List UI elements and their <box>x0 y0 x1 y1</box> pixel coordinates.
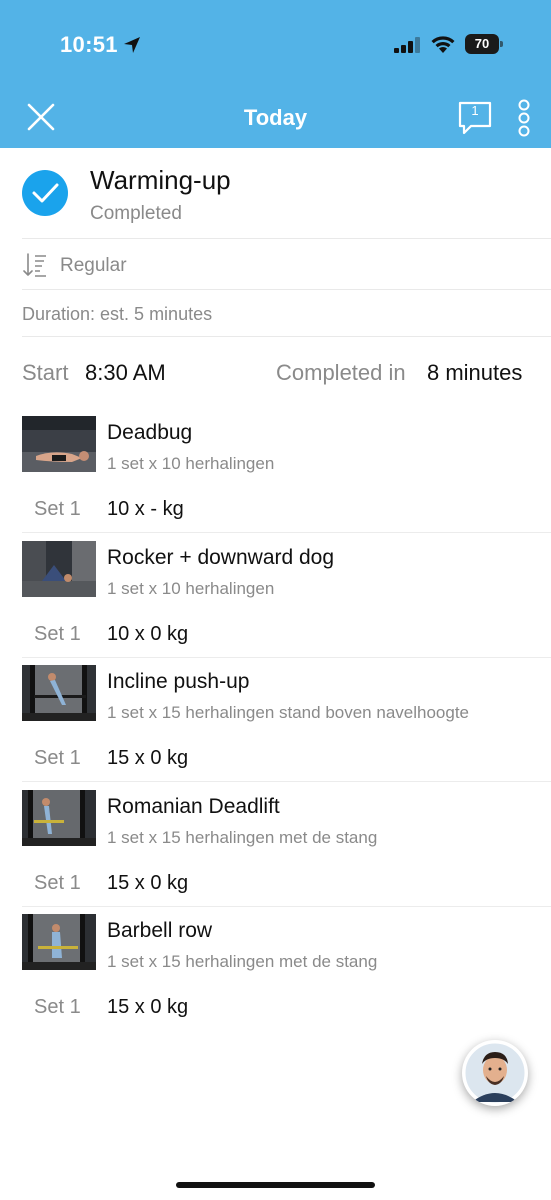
exercise-thumbnail[interactable] <box>22 665 96 721</box>
exercise-name: Incline push-up <box>107 670 250 693</box>
comment-count: 1 <box>471 103 479 118</box>
exercise-thumbnail[interactable] <box>22 541 96 597</box>
completed-in-label: Completed in <box>276 360 406 385</box>
more-options-icon[interactable] <box>516 99 532 137</box>
exercise-video-image <box>22 914 96 970</box>
home-indicator <box>176 1182 375 1188</box>
exercise-item[interactable]: Rocker + downward dog 1 set x 10 herhali… <box>0 541 551 665</box>
checkmark-icon <box>32 183 59 203</box>
set-value[interactable]: 15 x 0 kg <box>107 872 188 895</box>
battery-indicator: 70 <box>465 34 503 54</box>
exercise-name: Romanian Deadlift <box>107 795 280 818</box>
divider <box>22 238 551 239</box>
exercise-thumbnail[interactable] <box>22 914 96 970</box>
top-bar: 10:51 70 Today 1 <box>0 0 551 148</box>
set-label: Set 1 <box>34 747 81 769</box>
set-value[interactable]: 10 x - kg <box>107 498 184 521</box>
exercise-name: Rocker + downward dog <box>107 546 335 569</box>
exercise-video-image <box>22 790 96 846</box>
exercise-description: 1 set x 15 herhalingen stand boven navel… <box>107 703 469 722</box>
divider <box>22 906 551 907</box>
location-arrow-icon <box>124 37 140 53</box>
exercise-name: Deadbug <box>107 421 193 444</box>
exercise-item[interactable]: Incline push-up 1 set x 15 herhalingen s… <box>0 665 551 789</box>
set-value[interactable]: 15 x 0 kg <box>107 747 188 770</box>
wifi-icon <box>431 36 455 53</box>
cellular-signal-icon <box>394 37 420 53</box>
sort-order-icon <box>23 253 46 277</box>
comments-button[interactable]: 1 <box>457 100 493 136</box>
divider <box>22 532 551 533</box>
start-label: Start <box>22 360 69 385</box>
exercise-thumbnail[interactable] <box>22 416 96 472</box>
completed-in-value: 8 minutes <box>427 360 523 385</box>
completed-check-button[interactable] <box>22 170 68 216</box>
exercise-video-image <box>22 665 96 721</box>
exercise-item[interactable]: Barbell row 1 set x 15 herhalingen met d… <box>0 914 551 1038</box>
exercise-video-image <box>22 541 96 597</box>
exercise-name: Barbell row <box>107 919 213 942</box>
exercise-item[interactable]: Deadbug 1 set x 10 herhalingen Set 1 10 … <box>0 416 551 540</box>
exercise-item[interactable]: Romanian Deadlift 1 set x 15 herhalingen… <box>0 790 551 914</box>
exercise-video-image <box>22 416 96 472</box>
exercise-description: 1 set x 10 herhalingen <box>107 579 275 598</box>
set-label: Set 1 <box>34 872 81 894</box>
workout-status: Completed <box>90 203 182 224</box>
divider <box>22 657 551 658</box>
battery-level: 70 <box>465 34 499 54</box>
coach-avatar-button[interactable] <box>462 1040 528 1106</box>
exercise-description: 1 set x 10 herhalingen <box>107 454 275 473</box>
battery-tip <box>500 41 503 47</box>
exercise-description: 1 set x 15 herhalingen met de stang <box>107 952 378 971</box>
set-label: Set 1 <box>34 623 81 645</box>
start-time: 8:30 AM <box>85 360 166 385</box>
exercise-description: 1 set x 15 herhalingen met de stang <box>107 828 378 847</box>
duration-text: Duration: est. 5 minutes <box>22 304 213 324</box>
exercise-thumbnail[interactable] <box>22 790 96 846</box>
divider <box>22 336 551 337</box>
set-value[interactable]: 10 x 0 kg <box>107 623 188 646</box>
workout-title: Warming-up <box>90 165 231 195</box>
divider <box>22 289 551 290</box>
avatar <box>462 1040 528 1106</box>
set-value[interactable]: 15 x 0 kg <box>107 996 188 1019</box>
set-label: Set 1 <box>34 498 81 520</box>
set-label: Set 1 <box>34 996 81 1018</box>
divider <box>22 781 551 782</box>
status-time: 10:51 <box>60 32 118 57</box>
order-label: Regular <box>60 255 127 276</box>
